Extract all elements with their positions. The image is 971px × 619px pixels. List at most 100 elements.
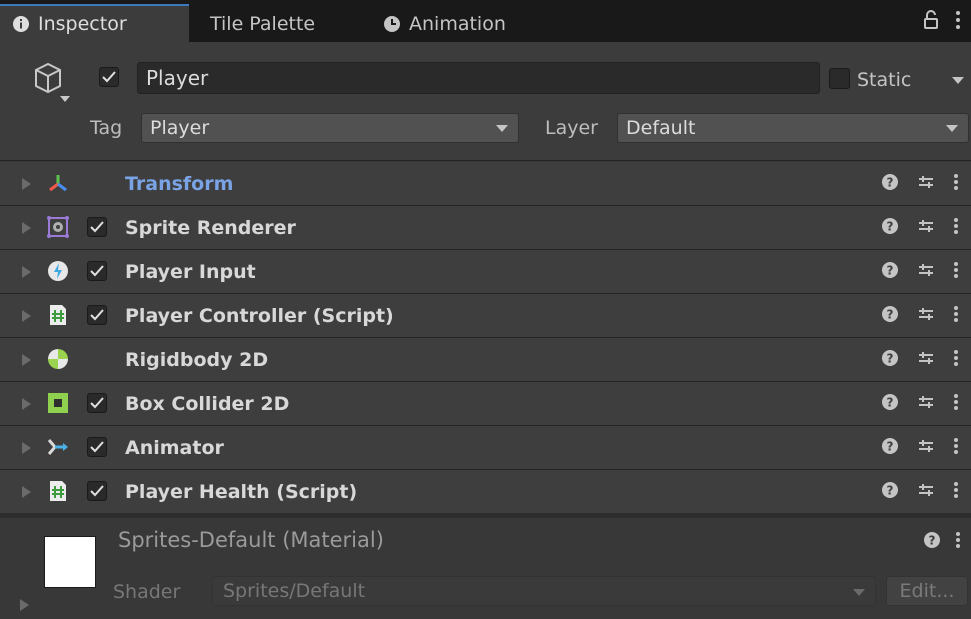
more-vertical-icon[interactable] [953, 305, 959, 327]
divider [0, 160, 971, 161]
component-enabled-checkbox[interactable] [87, 481, 107, 501]
active-checkbox[interactable] [99, 67, 119, 87]
foldout-arrow-icon[interactable] [22, 441, 31, 454]
static-dropdown-icon[interactable] [952, 77, 964, 84]
foldout-arrow-icon[interactable] [22, 265, 31, 278]
more-vertical-icon[interactable] [953, 173, 959, 195]
help-icon[interactable]: ? [881, 437, 899, 459]
help-icon[interactable]: ? [923, 531, 941, 553]
name-value: Player [146, 66, 209, 90]
presets-icon[interactable] [917, 261, 935, 283]
foldout-arrow-icon[interactable] [22, 177, 31, 190]
help-icon[interactable]: ? [881, 393, 899, 415]
divider [0, 513, 971, 518]
component-player-controller[interactable]: Player Controller (Script) ? [0, 294, 971, 337]
tab-inspector[interactable]: Inspector [0, 4, 189, 42]
foldout-arrow-icon[interactable] [22, 353, 31, 366]
component-enabled-checkbox[interactable] [87, 437, 107, 457]
more-vertical-icon[interactable] [953, 437, 959, 459]
svg-text:?: ? [929, 534, 936, 548]
material-section: Sprites-Default (Material) ? Shader Spri… [0, 519, 971, 619]
presets-icon[interactable] [917, 349, 935, 371]
svg-text:?: ? [887, 483, 894, 497]
component-enabled-checkbox[interactable] [87, 393, 107, 413]
static-checkbox[interactable] [829, 68, 850, 89]
svg-text:?: ? [887, 307, 894, 321]
foldout-arrow-icon[interactable] [22, 221, 31, 234]
tag-value: Player [150, 117, 210, 139]
help-icon[interactable]: ? [881, 305, 899, 327]
tag-label: Tag [90, 117, 123, 139]
svg-text:?: ? [887, 395, 894, 409]
shader-dropdown[interactable]: Sprites/Default [212, 576, 876, 606]
chevron-down-icon [853, 589, 865, 596]
component-transform[interactable]: Transform ? [0, 162, 971, 205]
presets-icon[interactable] [917, 173, 935, 195]
transform-axes-icon [46, 171, 70, 195]
help-icon[interactable]: ? [881, 481, 899, 503]
animator-icon [46, 435, 70, 459]
component-name: Player Health (Script) [125, 480, 358, 503]
foldout-arrow-icon[interactable] [22, 485, 31, 498]
component-rigidbody-2d[interactable]: Rigidbody 2D ? [0, 338, 971, 381]
help-icon[interactable]: ? [881, 261, 899, 283]
presets-icon[interactable] [917, 305, 935, 327]
info-icon [12, 15, 30, 33]
tab-animation[interactable]: Animation [383, 6, 506, 42]
help-icon[interactable]: ? [881, 217, 899, 239]
more-vertical-icon[interactable] [953, 393, 959, 415]
shader-label: Shader [113, 581, 181, 603]
foldout-arrow-icon[interactable] [20, 599, 29, 611]
name-field[interactable]: Player [137, 62, 820, 94]
foldout-arrow-icon[interactable] [22, 309, 31, 322]
box-collider-icon [46, 391, 70, 415]
tab-label: Animation [409, 13, 506, 35]
edit-shader-button[interactable]: Edit... [886, 576, 968, 606]
more-vertical-icon[interactable] [953, 261, 959, 283]
static-label: Static [857, 69, 912, 91]
presets-icon[interactable] [917, 217, 935, 239]
presets-icon[interactable] [917, 481, 935, 503]
chevron-down-icon [496, 125, 508, 132]
presets-icon[interactable] [917, 437, 935, 459]
layer-dropdown[interactable]: Default [617, 113, 969, 143]
more-vertical-icon[interactable] [955, 10, 961, 34]
more-vertical-icon[interactable] [953, 481, 959, 503]
tab-tile-palette[interactable]: Tile Palette [210, 6, 315, 42]
more-vertical-icon[interactable] [953, 349, 959, 371]
component-name: Transform [125, 172, 234, 195]
svg-text:?: ? [887, 351, 894, 365]
tab-label: Tile Palette [210, 13, 316, 35]
sprite-renderer-icon [46, 215, 70, 239]
component-box-collider-2d[interactable]: Box Collider 2D ? [0, 382, 971, 425]
help-icon[interactable]: ? [881, 173, 899, 195]
rigidbody2d-icon [46, 347, 70, 371]
player-input-icon [46, 259, 70, 283]
component-enabled-checkbox[interactable] [87, 261, 107, 281]
component-name: Box Collider 2D [125, 392, 290, 415]
material-title: Sprites-Default (Material) [118, 528, 384, 552]
edit-button-label: Edit... [899, 580, 955, 602]
component-enabled-checkbox[interactable] [87, 217, 107, 237]
presets-icon[interactable] [917, 393, 935, 415]
csharp-script-icon [46, 303, 70, 327]
component-player-health[interactable]: Player Health (Script) ? [0, 470, 971, 513]
lock-icon[interactable] [923, 10, 939, 34]
more-vertical-icon[interactable] [953, 217, 959, 239]
more-vertical-icon[interactable] [955, 531, 961, 553]
chevron-down-icon [946, 125, 958, 132]
svg-text:?: ? [887, 175, 894, 189]
component-name: Animator [125, 436, 224, 459]
foldout-arrow-icon[interactable] [22, 397, 31, 410]
material-preview-swatch[interactable] [44, 536, 96, 588]
cube-icon [20, 56, 76, 116]
tab-bar: Inspector Tile Palette Animation [0, 0, 971, 42]
component-animator[interactable]: Animator ? [0, 426, 971, 469]
component-name: Player Input [125, 260, 256, 283]
layer-value: Default [626, 117, 696, 139]
component-player-input[interactable]: Player Input ? [0, 250, 971, 293]
component-sprite-renderer[interactable]: Sprite Renderer ? [0, 206, 971, 249]
help-icon[interactable]: ? [881, 349, 899, 371]
tag-dropdown[interactable]: Player [141, 113, 519, 143]
component-enabled-checkbox[interactable] [87, 305, 107, 325]
